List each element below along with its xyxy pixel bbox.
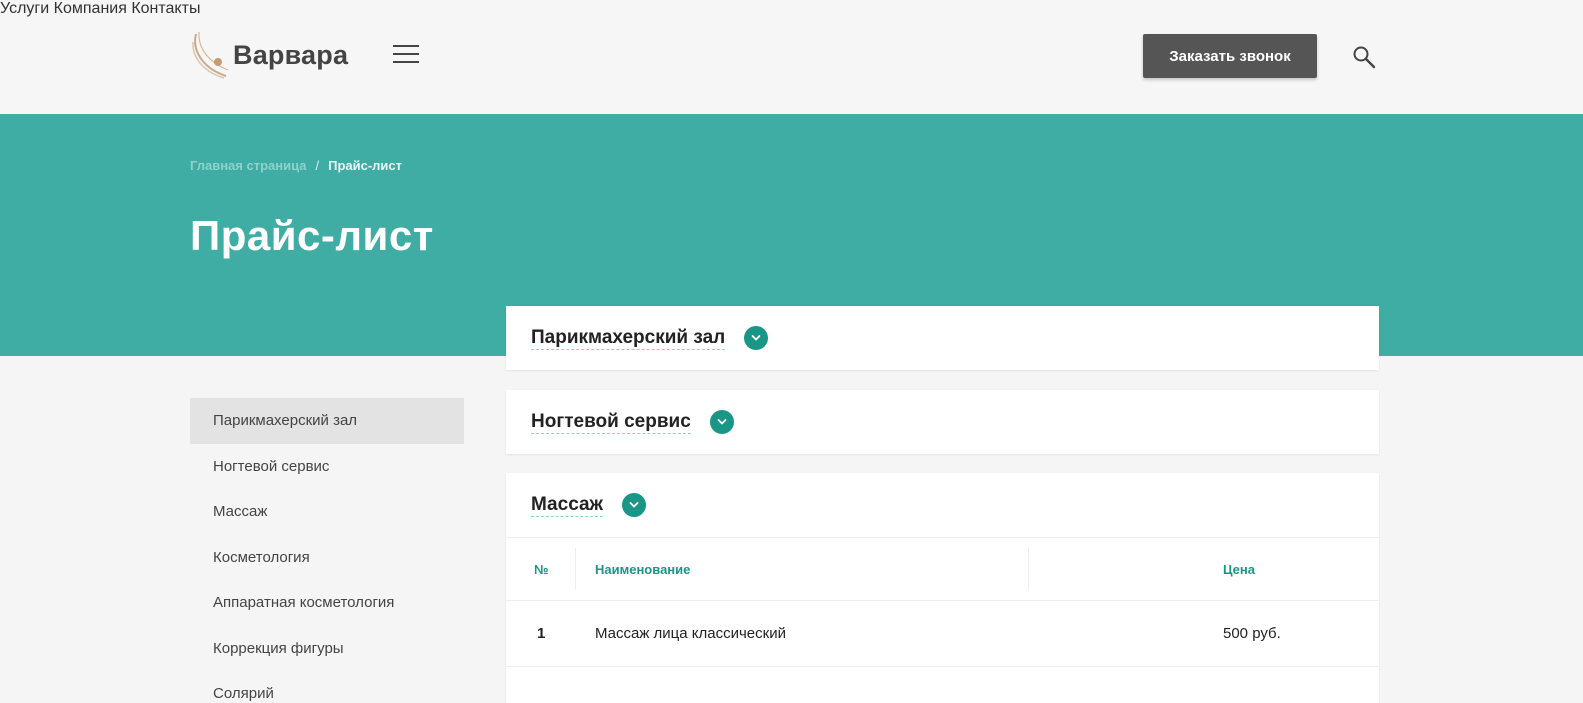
search-icon[interactable] <box>1352 45 1376 69</box>
price-table: № Наименование Цена 1 Массаж лица класси… <box>506 537 1379 667</box>
panel-title: Массаж <box>531 493 604 517</box>
chevron-down-icon[interactable] <box>709 410 734 434</box>
chevron-down-icon[interactable] <box>622 493 647 517</box>
sidebar-item-nail-service[interactable]: Ногтевой сервис <box>190 444 464 490</box>
logo-text: Варвара <box>233 39 349 70</box>
panel-title: Парикмахерский зал <box>531 326 726 350</box>
sidebar-item-cosmetology[interactable]: Косметология <box>190 535 464 581</box>
column-header-number: № <box>534 562 549 577</box>
menu-burger-icon[interactable] <box>393 45 419 67</box>
logo-swoosh-icon <box>190 30 230 80</box>
main-nav: Услуги Компания Контакты <box>0 0 1583 18</box>
sidebar-item-solarium[interactable]: Солярий <box>190 671 464 703</box>
panel-title: Ногтевой сервис <box>531 410 691 434</box>
table-header: № Наименование Цена <box>506 538 1379 601</box>
nav-services[interactable]: Услуги <box>0 0 49 17</box>
panel-header[interactable]: Ногтевой сервис <box>506 390 1379 454</box>
row-number: 1 <box>537 625 546 642</box>
sidebar-item-body-correction[interactable]: Коррекция фигуры <box>190 626 464 672</box>
nav-contacts[interactable]: Контакты <box>131 0 200 17</box>
column-header-price: Цена <box>1223 562 1255 577</box>
breadcrumb: Главная страница / Прайс-лист <box>190 158 402 173</box>
breadcrumb-home-link[interactable]: Главная страница <box>190 158 306 173</box>
price-panel-nail-service: Ногтевой сервис <box>506 390 1379 454</box>
breadcrumb-separator: / <box>315 158 320 173</box>
table-row: 1 Массаж лица классический 500 руб. <box>506 601 1379 667</box>
sidebar-item-hardware-cosmetology[interactable]: Аппаратная косметология <box>190 580 464 626</box>
nav-company[interactable]: Компания <box>54 0 127 17</box>
price-panel-massage: Массаж № Наименование Цена 1 Массаж лица… <box>506 473 1379 703</box>
breadcrumb-current: Прайс-лист <box>328 158 403 173</box>
order-callback-button[interactable]: Заказать звонок <box>1143 34 1317 78</box>
price-panel-hair-salon: Парикмахерский зал <box>506 306 1379 370</box>
column-header-name: Наименование <box>595 562 691 577</box>
row-name: Массаж лица классический <box>595 625 786 642</box>
logo[interactable]: Варвара <box>190 30 348 80</box>
panel-header[interactable]: Массаж <box>506 473 1379 537</box>
row-price: 500 руб. <box>1223 625 1281 642</box>
category-sidebar: Парикмахерский зал Ногтевой сервис Масса… <box>190 398 464 703</box>
sidebar-item-hair-salon[interactable]: Парикмахерский зал <box>190 398 464 444</box>
panel-header[interactable]: Парикмахерский зал <box>506 306 1379 370</box>
sidebar-item-massage[interactable]: Массаж <box>190 489 464 535</box>
chevron-down-icon[interactable] <box>744 326 769 350</box>
page-title: Прайс-лист <box>190 212 434 259</box>
site-header: Варвара Услуги Компания Контакты Заказат… <box>0 0 1583 114</box>
